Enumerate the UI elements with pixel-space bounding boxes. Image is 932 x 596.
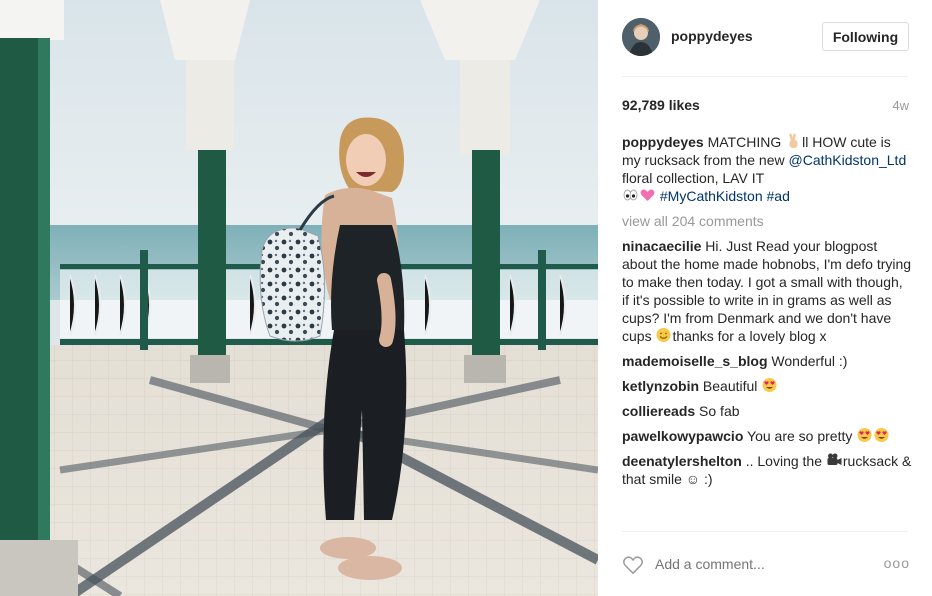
add-comment-input[interactable] bbox=[655, 556, 865, 572]
pink-heart-icon bbox=[640, 189, 655, 201]
eyes-icon bbox=[623, 189, 638, 201]
comment-item: ninacaecilie Hi. Just Read your blogpost… bbox=[622, 237, 912, 345]
victory-hand-icon bbox=[789, 133, 798, 148]
post-age[interactable]: 4w bbox=[892, 98, 909, 113]
comment-text: Beautiful bbox=[702, 378, 758, 394]
following-button[interactable]: Following bbox=[822, 22, 909, 51]
heart-outline-icon[interactable] bbox=[622, 555, 644, 575]
comment-username[interactable]: ninacaecilie bbox=[622, 238, 701, 254]
header-divider bbox=[622, 76, 908, 77]
comment-text-after: thanks for a lovely blog x bbox=[672, 328, 827, 344]
comment-item: mademoiselle_s_blog Wonderful :) bbox=[622, 352, 912, 370]
smiling-face-icon bbox=[656, 328, 671, 342]
like-count[interactable]: 92,789 likes bbox=[622, 97, 700, 113]
heart-eyes-icon bbox=[857, 428, 872, 442]
caption: poppydeyes MATCHING ll HOW cute is my ru… bbox=[622, 133, 912, 205]
avatar[interactable] bbox=[622, 18, 660, 56]
caption-text-3: floral collection, LAV IT bbox=[622, 170, 765, 186]
comment-username[interactable]: pawelkowypawcio bbox=[622, 428, 743, 444]
comment-item: colliereads So fab bbox=[622, 402, 912, 420]
caption-mention[interactable]: @CathKidston_Ltd bbox=[789, 152, 907, 168]
comment-username[interactable]: colliereads bbox=[622, 403, 695, 419]
comment-item: ketlynzobin Beautiful bbox=[622, 377, 912, 395]
comment-item: pawelkowypawcio You are so pretty bbox=[622, 427, 912, 445]
comment-text: You are so pretty bbox=[747, 428, 853, 444]
comment-username[interactable]: deenatylershelton bbox=[622, 453, 742, 469]
comment-text: So fab bbox=[699, 403, 740, 419]
movie-camera-icon bbox=[827, 453, 842, 465]
caption-username[interactable]: poppydeyes bbox=[622, 134, 704, 150]
post-photo[interactable] bbox=[0, 0, 598, 596]
comment-text: Wonderful :) bbox=[771, 353, 848, 369]
comment-text: .. Loving the bbox=[745, 453, 822, 469]
hashtag-mycathkidston[interactable]: #MyCathKidston bbox=[660, 188, 763, 204]
comment-username[interactable]: ketlynzobin bbox=[622, 378, 699, 394]
comments-list: poppydeyes MATCHING ll HOW cute is my ru… bbox=[622, 133, 912, 495]
photo-illustration bbox=[0, 0, 598, 596]
post-details-panel: poppydeyes Following 92,789 likes 4w pop… bbox=[598, 0, 932, 596]
post-header: poppydeyes Following bbox=[598, 0, 932, 76]
more-options-icon[interactable]: ooo bbox=[884, 555, 910, 571]
caption-text: MATCHING bbox=[707, 134, 782, 150]
comment-bar: ooo bbox=[598, 531, 932, 596]
comment-item: deenatylershelton .. Loving the rucksack… bbox=[622, 452, 912, 488]
hashtag-ad[interactable]: #ad bbox=[767, 188, 790, 204]
heart-eyes-icon bbox=[874, 428, 889, 442]
view-all-comments-link[interactable]: view all 204 comments bbox=[622, 212, 912, 230]
comment-username[interactable]: mademoiselle_s_blog bbox=[622, 353, 768, 369]
avatar-image bbox=[622, 18, 660, 56]
heart-eyes-icon bbox=[762, 378, 777, 392]
post-modal: poppydeyes Following 92,789 likes 4w pop… bbox=[0, 0, 932, 596]
post-author-username[interactable]: poppydeyes bbox=[671, 28, 753, 44]
